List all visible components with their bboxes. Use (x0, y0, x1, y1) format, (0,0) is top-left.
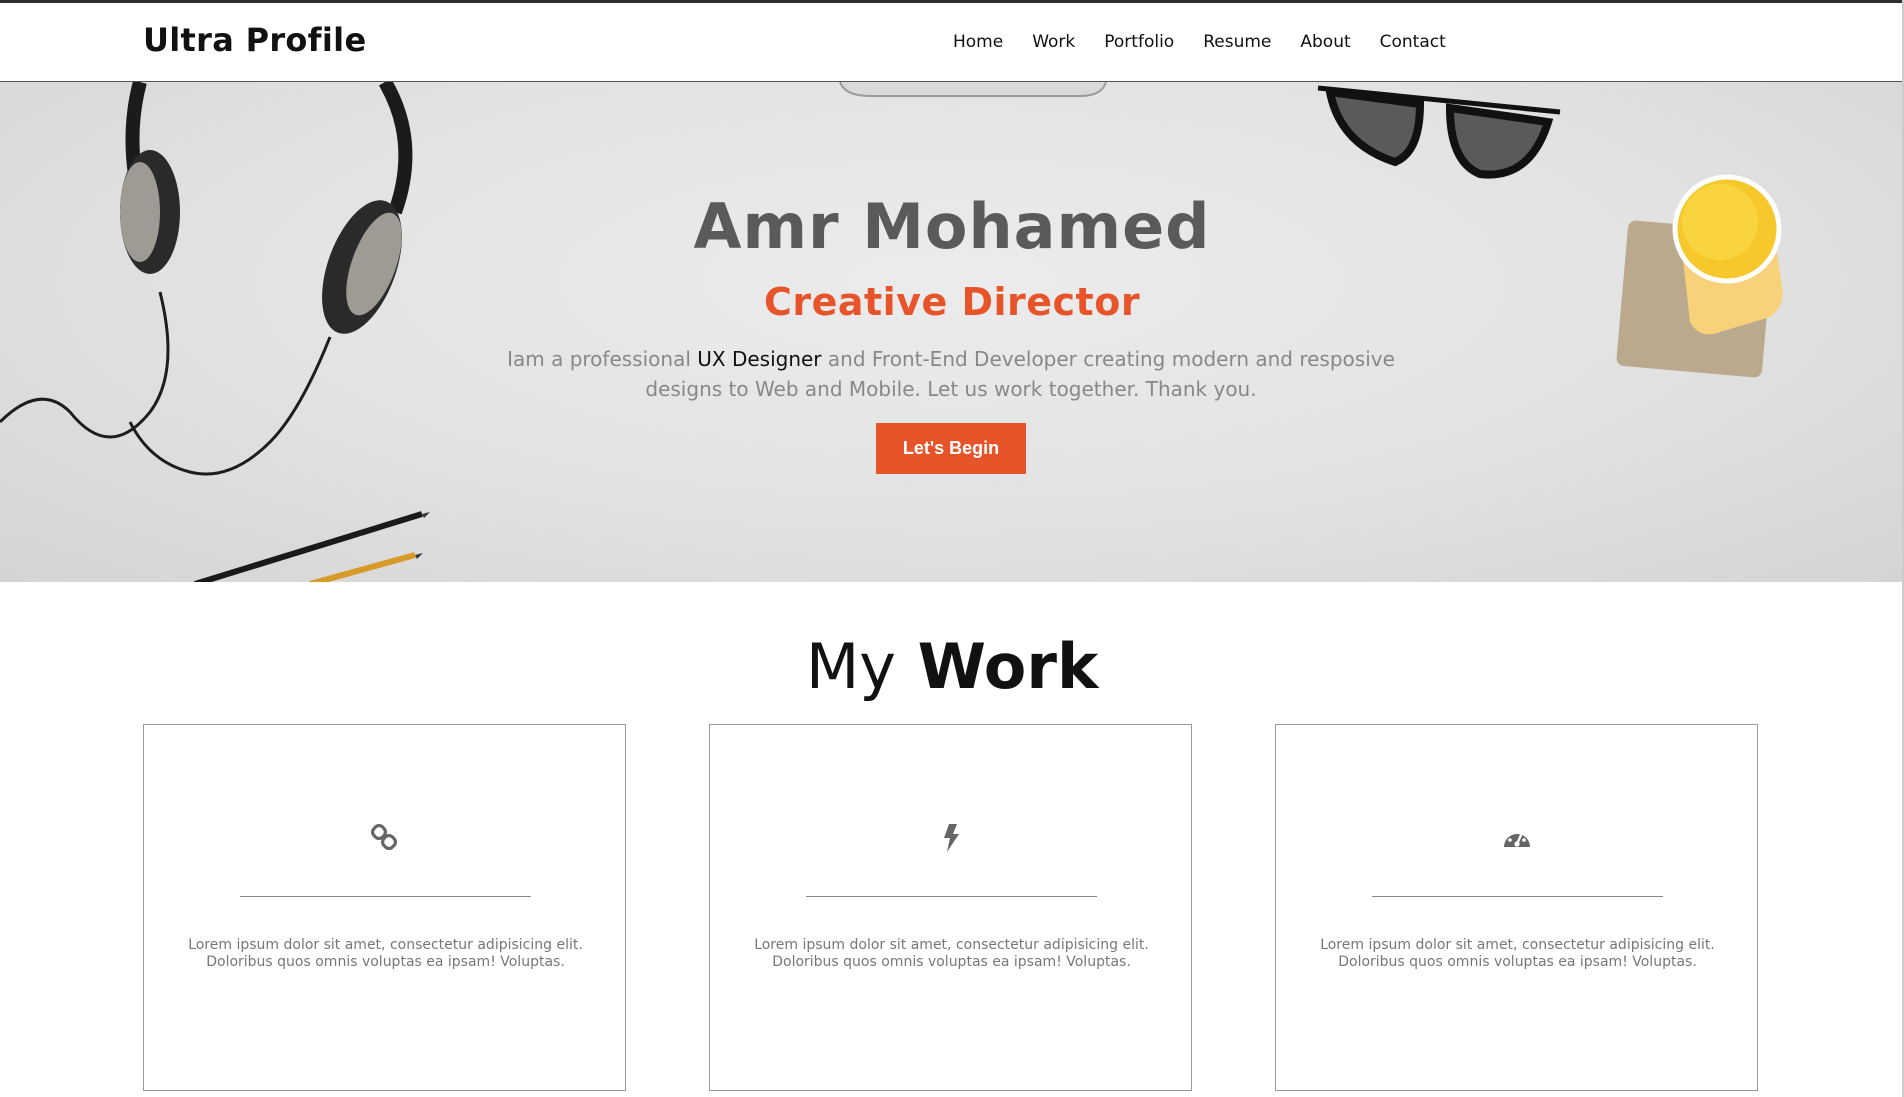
hero-desc-before: Iam a professional (507, 347, 698, 371)
brand-logo[interactable]: Ultra Profile (143, 21, 366, 59)
nav-portfolio[interactable]: Portfolio (1104, 32, 1174, 52)
lets-begin-button[interactable]: Let's Begin (876, 423, 1026, 474)
nav-work[interactable]: Work (1032, 32, 1075, 52)
hero-name: Amr Mohamed (693, 190, 1211, 263)
card-divider (240, 896, 531, 897)
card-text: Lorem ipsum dolor sit amet, consectetur … (1320, 937, 1715, 970)
link-icon (370, 823, 398, 851)
hero-desc-highlight: UX Designer (697, 347, 822, 371)
card-divider (806, 896, 1097, 897)
work-card-3[interactable]: Lorem ipsum dolor sit amet, consectetur … (1275, 724, 1758, 1091)
bolt-icon (944, 824, 959, 852)
work-title-light: My (805, 630, 896, 703)
card-text: Lorem ipsum dolor sit amet, consectetur … (754, 937, 1149, 970)
glasses-image (1317, 85, 1561, 179)
hero-role: Creative Director (763, 280, 1141, 324)
work-card-1[interactable]: Lorem ipsum dolor sit amet, consectetur … (143, 724, 626, 1091)
card-divider (1372, 896, 1663, 897)
hero-description: Iam a professional UX Designer and Front… (470, 344, 1432, 404)
card-text: Lorem ipsum dolor sit amet, consectetur … (188, 937, 583, 970)
navbar: Ultra Profile Home Work Portfolio Resume… (0, 3, 1904, 82)
nav-home[interactable]: Home (953, 32, 1003, 52)
nav-contact[interactable]: Contact (1380, 32, 1446, 52)
work-card-2[interactable]: Lorem ipsum dolor sit amet, consectetur … (709, 724, 1192, 1091)
work-title-bold: Work (917, 630, 1099, 703)
main-nav: Home Work Portfolio Resume About Contact (953, 32, 1475, 52)
hero-desk-illustration (0, 82, 1783, 582)
pencils-image (194, 511, 430, 582)
work-section-title: My Work (0, 630, 1904, 703)
dashboard-icon (1504, 828, 1530, 847)
nav-resume[interactable]: Resume (1203, 32, 1271, 52)
hero-section: Amr Mohamed Creative Director Iam a prof… (0, 82, 1904, 582)
nav-about[interactable]: About (1300, 32, 1350, 52)
headphones-image (0, 82, 413, 476)
